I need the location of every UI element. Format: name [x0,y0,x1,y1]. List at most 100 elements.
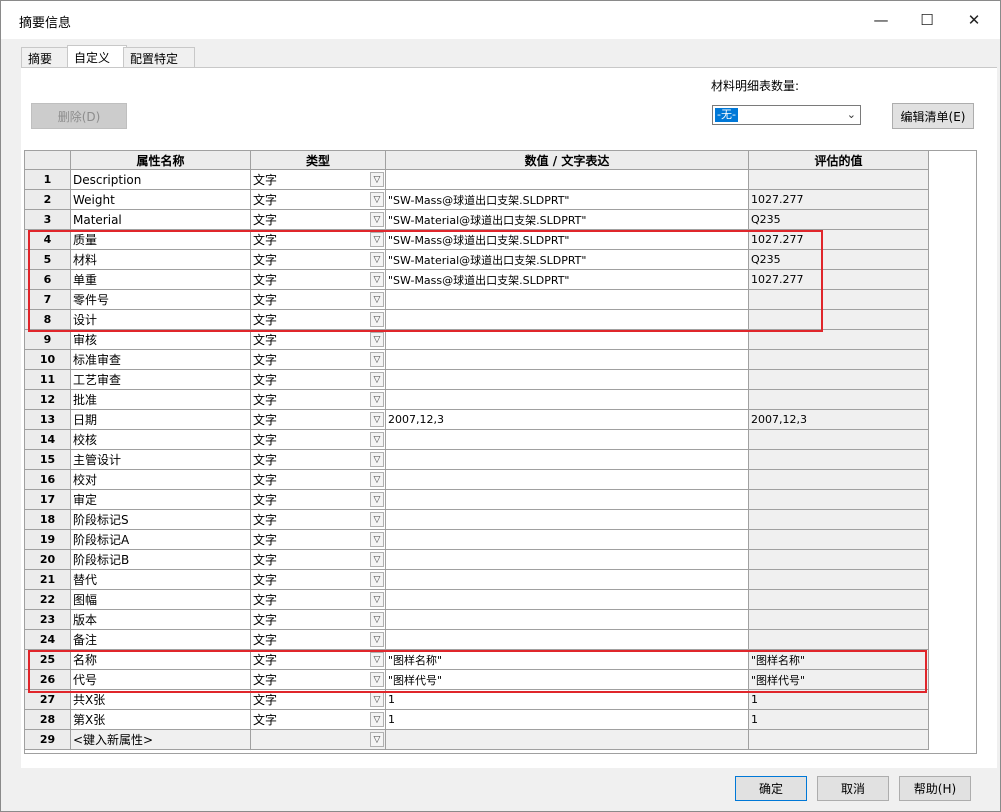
type-cell[interactable]: 文字 ▽ [251,410,386,430]
type-cell[interactable]: 文字 ▽ [251,250,386,270]
type-cell[interactable]: 文字 ▽ [251,670,386,690]
value-expression-cell[interactable]: "SW-Mass@球道出口支架.SLDPRT" [386,230,749,250]
property-name-cell[interactable]: 备注 [71,630,251,650]
value-expression-cell[interactable]: "SW-Material@球道出口支架.SLDPRT" [386,250,749,270]
dropdown-arrow-icon[interactable]: ▽ [370,652,384,667]
type-cell[interactable]: 文字 ▽ [251,190,386,210]
type-cell[interactable]: 文字 ▽ [251,610,386,630]
value-expression-cell[interactable] [386,470,749,490]
property-name-cell[interactable]: 阶段标记S [71,510,251,530]
ok-button[interactable]: 确定 [735,776,807,801]
type-cell[interactable]: 文字 ▽ [251,710,386,730]
dropdown-arrow-icon[interactable]: ▽ [370,272,384,287]
type-cell[interactable]: 文字 ▽ [251,290,386,310]
dropdown-arrow-icon[interactable]: ▽ [370,412,384,427]
value-expression-cell[interactable] [386,550,749,570]
type-cell[interactable]: ▽ [251,730,386,750]
minimize-button[interactable]: — [858,1,904,39]
type-cell[interactable]: 文字 ▽ [251,330,386,350]
value-expression-cell[interactable]: 2007,12,3 [386,410,749,430]
dropdown-arrow-icon[interactable]: ▽ [370,452,384,467]
close-button[interactable]: ✕ [951,1,997,39]
type-cell[interactable]: 文字 ▽ [251,690,386,710]
value-expression-cell[interactable]: "图样名称" [386,650,749,670]
property-name-cell[interactable]: 标准审查 [71,350,251,370]
property-name-cell[interactable]: 校对 [71,470,251,490]
value-expression-cell[interactable]: "SW-Mass@球道出口支架.SLDPRT" [386,190,749,210]
value-expression-cell[interactable]: "SW-Mass@球道出口支架.SLDPRT" [386,270,749,290]
property-name-cell[interactable]: 阶段标记B [71,550,251,570]
dropdown-arrow-icon[interactable]: ▽ [370,352,384,367]
property-name-cell[interactable]: 替代 [71,570,251,590]
dropdown-arrow-icon[interactable]: ▽ [370,712,384,727]
value-expression-cell[interactable]: 1 [386,690,749,710]
dropdown-arrow-icon[interactable]: ▽ [370,312,384,327]
dropdown-arrow-icon[interactable]: ▽ [370,192,384,207]
edit-list-button[interactable]: 编辑清单(E) [892,103,974,129]
value-expression-cell[interactable] [386,450,749,470]
value-expression-cell[interactable]: 1 [386,710,749,730]
property-name-cell[interactable]: 批准 [71,390,251,410]
dropdown-arrow-icon[interactable]: ▽ [370,732,384,747]
value-expression-cell[interactable] [386,170,749,190]
type-cell[interactable]: 文字 ▽ [251,630,386,650]
property-name-cell[interactable]: <键入新属性> [71,730,251,750]
help-button[interactable]: 帮助(H) [899,776,971,801]
dropdown-arrow-icon[interactable]: ▽ [370,512,384,527]
property-name-cell[interactable]: 零件号 [71,290,251,310]
property-name-cell[interactable]: 校核 [71,430,251,450]
tab-config-specific[interactable]: 配置特定 [123,47,195,68]
property-name-cell[interactable]: 材料 [71,250,251,270]
dropdown-arrow-icon[interactable]: ▽ [370,472,384,487]
delete-button[interactable]: 删除(D) [31,103,127,129]
property-name-cell[interactable]: 质量 [71,230,251,250]
property-name-cell[interactable]: Description [71,170,251,190]
tab-custom[interactable]: 自定义 [67,45,127,68]
tab-summary[interactable]: 摘要 [21,47,71,68]
type-cell[interactable]: 文字 ▽ [251,170,386,190]
value-expression-cell[interactable] [386,730,749,750]
dropdown-arrow-icon[interactable]: ▽ [370,432,384,447]
value-expression-cell[interactable] [386,290,749,310]
property-name-cell[interactable]: 共X张 [71,690,251,710]
dropdown-arrow-icon[interactable]: ▽ [370,532,384,547]
type-cell[interactable]: 文字 ▽ [251,270,386,290]
property-name-cell[interactable]: 工艺审查 [71,370,251,390]
value-expression-cell[interactable] [386,630,749,650]
property-name-cell[interactable]: 设计 [71,310,251,330]
value-expression-cell[interactable] [386,330,749,350]
type-cell[interactable]: 文字 ▽ [251,650,386,670]
value-expression-cell[interactable] [386,510,749,530]
type-cell[interactable]: 文字 ▽ [251,550,386,570]
type-cell[interactable]: 文字 ▽ [251,390,386,410]
property-name-cell[interactable]: 主管设计 [71,450,251,470]
dropdown-arrow-icon[interactable]: ▽ [370,392,384,407]
type-cell[interactable]: 文字 ▽ [251,490,386,510]
property-name-cell[interactable]: Material [71,210,251,230]
property-name-cell[interactable]: 图幅 [71,590,251,610]
type-cell[interactable]: 文字 ▽ [251,230,386,250]
property-name-cell[interactable]: 版本 [71,610,251,630]
dropdown-arrow-icon[interactable]: ▽ [370,672,384,687]
dropdown-arrow-icon[interactable]: ▽ [370,592,384,607]
cancel-button[interactable]: 取消 [817,776,889,801]
type-cell[interactable]: 文字 ▽ [251,310,386,330]
type-cell[interactable]: 文字 ▽ [251,590,386,610]
type-cell[interactable]: 文字 ▽ [251,510,386,530]
value-expression-cell[interactable] [386,430,749,450]
dropdown-arrow-icon[interactable]: ▽ [370,552,384,567]
value-expression-cell[interactable] [386,490,749,510]
dropdown-arrow-icon[interactable]: ▽ [370,172,384,187]
property-name-cell[interactable]: 第X张 [71,710,251,730]
type-cell[interactable]: 文字 ▽ [251,210,386,230]
value-expression-cell[interactable] [386,310,749,330]
value-expression-cell[interactable] [386,390,749,410]
type-cell[interactable]: 文字 ▽ [251,370,386,390]
property-name-cell[interactable]: 单重 [71,270,251,290]
dropdown-arrow-icon[interactable]: ▽ [370,572,384,587]
maximize-button[interactable]: ☐ [904,1,950,39]
property-name-cell[interactable]: 名称 [71,650,251,670]
dropdown-arrow-icon[interactable]: ▽ [370,232,384,247]
property-name-cell[interactable]: 审定 [71,490,251,510]
dropdown-arrow-icon[interactable]: ▽ [370,692,384,707]
